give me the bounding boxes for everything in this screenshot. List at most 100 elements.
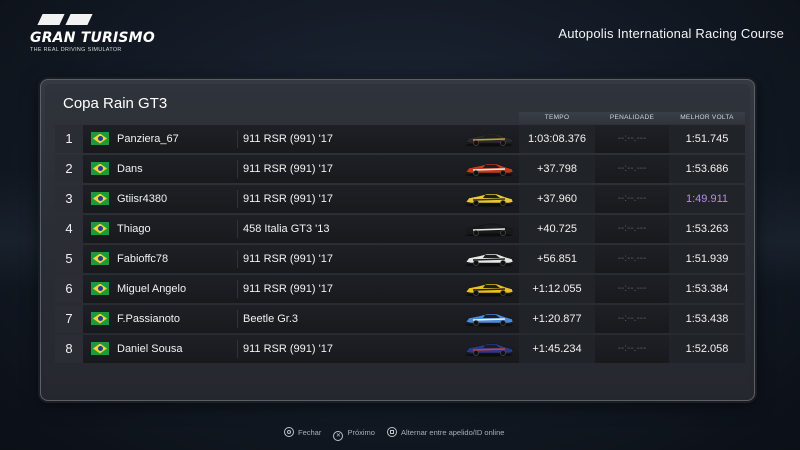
brazil-flag-icon: [91, 342, 109, 355]
column-header-best-lap: MELHOR VOLTA: [669, 112, 745, 124]
car-model: 911 RSR (991) '17: [243, 343, 333, 355]
penalty-time: --:--.---: [617, 163, 647, 174]
best-lap: 1:53.384: [669, 275, 745, 303]
toggle-id-hint[interactable]: Alternar entre apelido/ID online: [387, 427, 504, 437]
best-lap: 1:53.438: [669, 305, 745, 333]
results-list: 1 Panziera_67 911 RSR (991) '17 1:03:08.376…: [55, 125, 745, 365]
driver-name: Fabioffc78: [117, 253, 169, 265]
column-header-penalty: PENALIDADE: [595, 112, 669, 124]
square-button-icon: [387, 427, 398, 437]
car-model: 911 RSR (991) '17: [243, 283, 333, 295]
position: 7: [55, 305, 83, 333]
position: 3: [55, 185, 83, 213]
result-row[interactable]: 7 F.Passianoto Beetle Gr.3 +1:20.877 --:--.-…: [55, 305, 745, 333]
best-lap: 1:51.939: [669, 245, 745, 273]
result-row[interactable]: 5 Fabioffc78 911 RSR (991) '17 +56.851 --:--…: [55, 245, 745, 273]
track-name: Autopolis International Racing Course: [558, 26, 784, 41]
best-lap: 1:49.911: [669, 185, 745, 213]
next-hint[interactable]: ✕ Próximo: [333, 428, 375, 441]
race-time: +37.798: [519, 155, 595, 183]
penalty-time: --:--.---: [617, 223, 647, 234]
best-lap: 1:52.058: [669, 335, 745, 363]
close-hint[interactable]: Fechar: [284, 427, 321, 437]
position: 6: [55, 275, 83, 303]
result-row[interactable]: 1 Panziera_67 911 RSR (991) '17 1:03:08.376…: [55, 125, 745, 153]
result-row[interactable]: 4 Thiago 458 Italia GT3 '13 +40.725 --:--.--…: [55, 215, 745, 243]
position: 4: [55, 215, 83, 243]
race-time: +1:12.055: [519, 275, 595, 303]
result-row[interactable]: 3 Gtiisr4380 911 RSR (991) '17 +37.960 --:--…: [55, 185, 745, 213]
driver-name: Gtiisr4380: [117, 193, 168, 205]
driver-name: F.Passianoto: [117, 313, 180, 325]
penalty-time: --:--.---: [617, 313, 647, 324]
race-title: Copa Rain GT3: [63, 95, 168, 112]
result-row[interactable]: 8 Daniel Sousa 911 RSR (991) '17 +1:45.234 -…: [55, 335, 745, 363]
car-thumbnail-icon: [465, 253, 514, 267]
close-hint-label: Fechar: [298, 428, 322, 437]
driver-name: Panziera_67: [117, 133, 179, 145]
penalty-time: --:--.---: [617, 193, 647, 204]
brazil-flag-icon: [91, 222, 109, 235]
race-time: 1:03:08.376: [519, 125, 595, 153]
car-model: 911 RSR (991) '17: [243, 133, 333, 145]
brazil-flag-icon: [91, 162, 109, 175]
position: 1: [55, 125, 83, 153]
driver-name: Dans: [117, 163, 143, 175]
logo-title: GRAN TURISMO: [30, 30, 155, 46]
brazil-flag-icon: [91, 132, 109, 145]
divider: [237, 280, 238, 298]
column-header-tempo: TEMPO: [519, 112, 595, 124]
divider: [237, 130, 238, 148]
driver-name: Miguel Angelo: [117, 283, 187, 295]
car-thumbnail-icon: [465, 223, 514, 237]
best-lap: 1:51.745: [669, 125, 745, 153]
result-row[interactable]: 6 Miguel Angelo 911 RSR (991) '17 +1:12.055…: [55, 275, 745, 303]
penalty-time: --:--.---: [617, 253, 647, 264]
logo-subtitle: THE REAL DRIVING SIMULATOR: [30, 47, 122, 53]
race-time: +1:20.877: [519, 305, 595, 333]
position: 8: [55, 335, 83, 363]
cross-button-icon: ✕: [333, 431, 344, 441]
results-panel: Copa Rain GT3 TEMPO PENALIDADE MELHOR VO…: [40, 79, 755, 401]
position: 5: [55, 245, 83, 273]
logo-stripes-icon: [37, 14, 96, 26]
car-thumbnail-icon: [465, 313, 514, 327]
divider: [237, 220, 238, 238]
next-hint-label: Próximo: [347, 428, 375, 437]
brazil-flag-icon: [91, 282, 109, 295]
position: 2: [55, 155, 83, 183]
car-thumbnail-icon: [465, 193, 514, 207]
car-thumbnail-icon: [465, 163, 514, 177]
result-row[interactable]: 2 Dans 911 RSR (991) '17 +37.798 --:--.--- 1:…: [55, 155, 745, 183]
car-model: Beetle Gr.3: [243, 313, 299, 325]
divider: [237, 250, 238, 268]
driver-name: Daniel Sousa: [117, 343, 183, 355]
race-time: +40.725: [519, 215, 595, 243]
car-thumbnail-icon: [465, 283, 514, 297]
car-thumbnail-icon: [465, 133, 514, 147]
brazil-flag-icon: [91, 252, 109, 265]
divider: [237, 340, 238, 358]
car-model: 911 RSR (991) '17: [243, 163, 333, 175]
brazil-flag-icon: [91, 312, 109, 325]
car-model: 911 RSR (991) '17: [243, 193, 333, 205]
car-model: 911 RSR (991) '17: [243, 253, 333, 265]
race-time: +1:45.234: [519, 335, 595, 363]
best-lap: 1:53.686: [669, 155, 745, 183]
car-model: 458 Italia GT3 '13: [243, 223, 330, 235]
divider: [237, 190, 238, 208]
driver-name: Thiago: [117, 223, 151, 235]
circle-button-icon: [284, 427, 294, 437]
divider: [237, 310, 238, 328]
car-thumbnail-icon: [465, 343, 514, 357]
penalty-time: --:--.---: [617, 343, 647, 354]
penalty-time: --:--.---: [617, 283, 647, 294]
toggle-id-hint-label: Alternar entre apelido/ID online: [401, 428, 505, 437]
results-panel-inner: Copa Rain GT3 TEMPO PENALIDADE MELHOR VO…: [45, 84, 750, 396]
button-hints: Fechar ✕ Próximo Alternar entre apelido/I…: [284, 427, 514, 441]
brazil-flag-icon: [91, 192, 109, 205]
divider: [237, 160, 238, 178]
race-time: +37.960: [519, 185, 595, 213]
game-logo: GRAN TURISMO THE REAL DRIVING SIMULATOR: [30, 14, 155, 53]
penalty-time: --:--.---: [617, 133, 647, 144]
